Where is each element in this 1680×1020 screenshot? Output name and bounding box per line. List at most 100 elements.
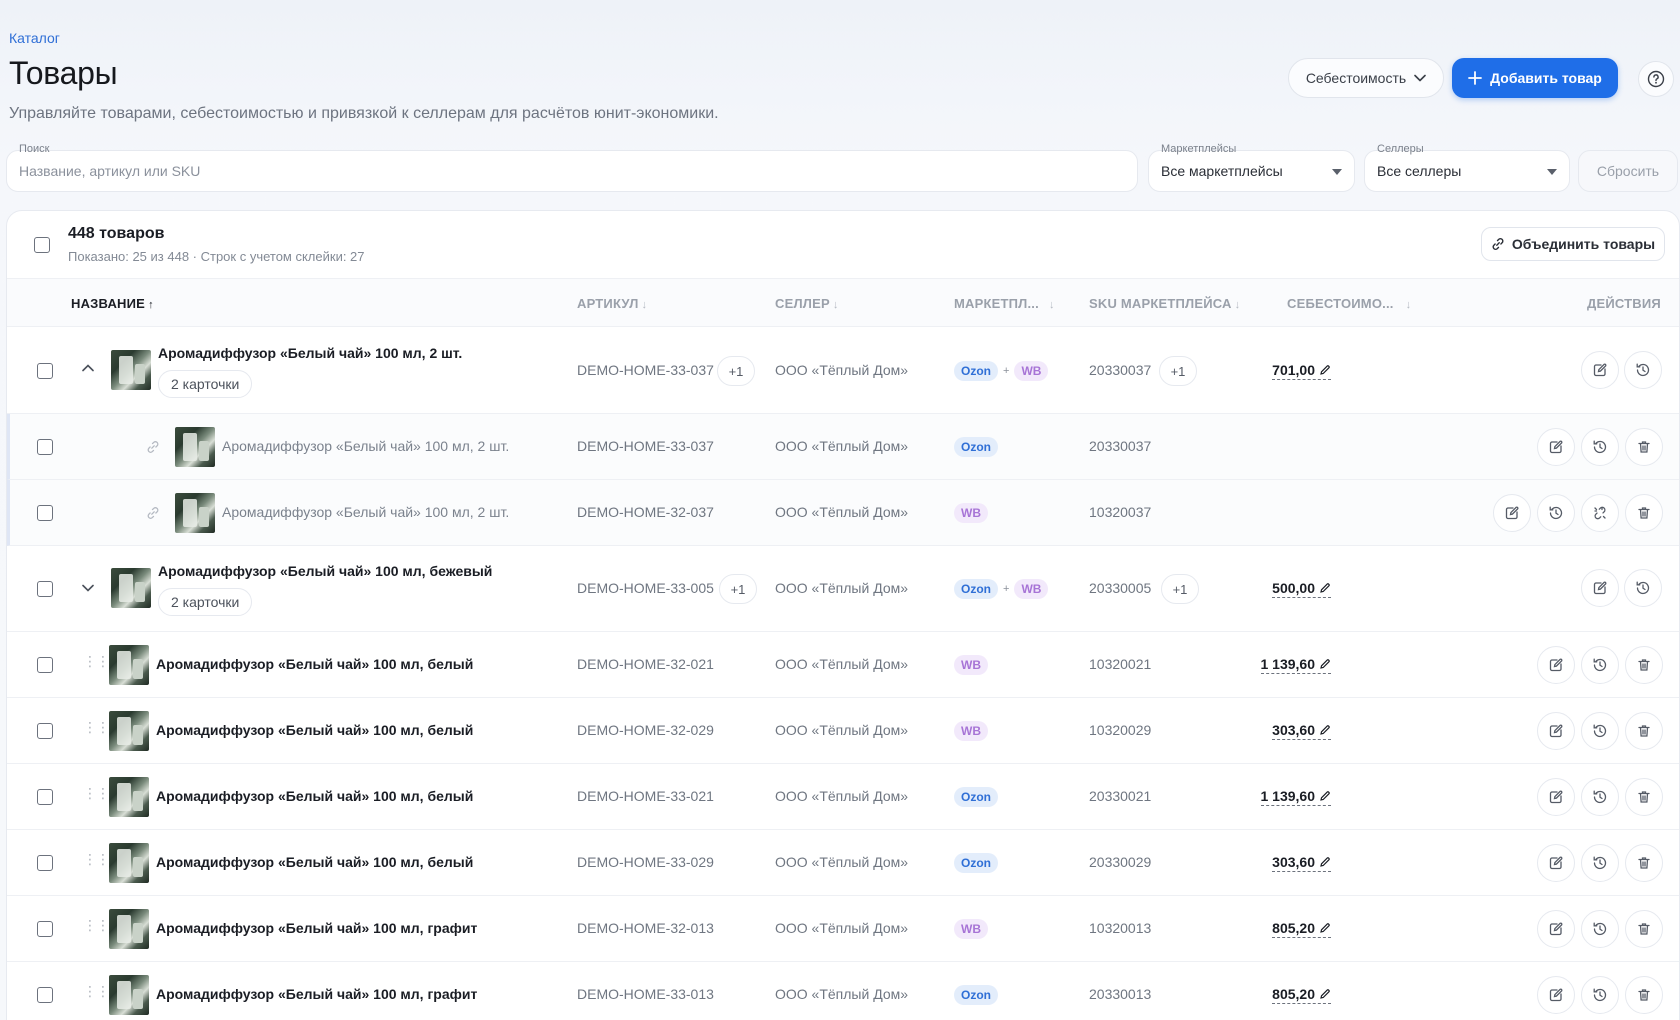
drag-handle-icon[interactable]: ⋮⋮	[83, 984, 110, 998]
edit-button[interactable]	[1537, 844, 1575, 882]
history-button[interactable]	[1581, 646, 1619, 684]
row-checkbox[interactable]	[37, 439, 53, 455]
product-name[interactable]: Аромадиффузор «Белый чай» 100 мл, 2 шт.	[222, 504, 509, 520]
drag-handle-icon[interactable]: ⋮⋮	[83, 918, 110, 932]
column-name-header[interactable]: НАЗВАНИЕ ↑	[71, 296, 154, 311]
delete-button[interactable]	[1625, 712, 1663, 750]
cards-count-chip[interactable]: 2 карточки	[158, 370, 253, 398]
article-more-chip[interactable]: +1	[719, 574, 757, 604]
column-marketplace-header[interactable]: МАРКЕТПЛ... ↓	[954, 296, 1055, 311]
column-sku-header[interactable]: SKU МАРКЕТПЛЕЙСА ↓	[1089, 296, 1240, 311]
history-button[interactable]	[1581, 428, 1619, 466]
table-row[interactable]: ⋮⋮ Аромадиффузор «Белый чай» 100 мл, бел…	[7, 632, 1679, 698]
table-row[interactable]: Аромадиффузор «Белый чай» 100 мл, 2 шт. …	[7, 328, 1679, 414]
history-button[interactable]	[1581, 778, 1619, 816]
edit-button[interactable]	[1537, 778, 1575, 816]
edit-button[interactable]	[1537, 910, 1575, 948]
merge-products-button[interactable]: Объединить товары	[1481, 227, 1665, 261]
delete-button[interactable]	[1625, 646, 1663, 684]
select-all-checkbox[interactable]	[34, 237, 50, 253]
unlink-button[interactable]	[1581, 494, 1619, 532]
table-row[interactable]: Аромадиффузор «Белый чай» 100 мл, бежевы…	[7, 546, 1679, 632]
cost-value[interactable]: 303,60	[1272, 854, 1331, 872]
table-row[interactable]: ⋮⋮ Аромадиффузор «Белый чай» 100 мл, гра…	[7, 896, 1679, 962]
table-row-child[interactable]: Аромадиффузор «Белый чай» 100 мл, 2 шт. …	[7, 480, 1679, 546]
cost-value[interactable]: 805,20	[1272, 986, 1331, 1004]
row-checkbox[interactable]	[37, 723, 53, 739]
edit-button[interactable]	[1581, 351, 1619, 389]
product-name[interactable]: Аромадиффузор «Белый чай» 100 мл, графит	[156, 986, 477, 1002]
delete-button[interactable]	[1625, 844, 1663, 882]
seller-cell: ООО «Тёплый Дом»	[775, 656, 909, 672]
history-button[interactable]	[1581, 976, 1619, 1014]
column-cost-header[interactable]: СЕБЕСТОИМО... ↓	[1287, 296, 1411, 311]
cost-dropdown[interactable]: Себестоимость	[1288, 58, 1444, 98]
sellers-select[interactable]: Селлеры Все селлеры	[1364, 143, 1570, 192]
cards-count-chip[interactable]: 2 карточки	[158, 588, 253, 616]
search-input[interactable]: Название, артикул или SKU	[19, 163, 200, 179]
product-name[interactable]: Аромадиффузор «Белый чай» 100 мл, белый	[156, 854, 473, 870]
edit-button[interactable]	[1537, 646, 1575, 684]
cost-value[interactable]: 701,00	[1272, 362, 1331, 380]
history-button[interactable]	[1581, 712, 1619, 750]
product-name[interactable]: Аромадиффузор «Белый чай» 100 мл, 2 шт.	[222, 438, 509, 454]
table-row[interactable]: ⋮⋮ Аромадиффузор «Белый чай» 100 мл, бел…	[7, 698, 1679, 764]
row-checkbox[interactable]	[37, 855, 53, 871]
row-checkbox[interactable]	[37, 505, 53, 521]
row-checkbox[interactable]	[37, 363, 53, 379]
row-checkbox[interactable]	[37, 921, 53, 937]
table-row-child[interactable]: Аромадиффузор «Белый чай» 100 мл, 2 шт. …	[7, 414, 1679, 480]
cost-value[interactable]: 805,20	[1272, 920, 1331, 938]
product-name[interactable]: Аромадиффузор «Белый чай» 100 мл, белый	[156, 788, 473, 804]
chevron-up-icon[interactable]	[82, 364, 94, 372]
product-name[interactable]: Аромадиффузор «Белый чай» 100 мл, белый	[156, 722, 473, 738]
edit-button[interactable]	[1537, 976, 1575, 1014]
product-name[interactable]: Аромадиффузор «Белый чай» 100 мл, бежевы…	[158, 563, 492, 579]
marketplaces-select[interactable]: Маркетплейсы Все маркетплейсы	[1148, 143, 1355, 192]
row-checkbox[interactable]	[37, 789, 53, 805]
reset-button[interactable]: Сбросить	[1578, 150, 1678, 192]
delete-button[interactable]	[1625, 428, 1663, 466]
drag-handle-icon[interactable]: ⋮⋮	[83, 786, 110, 800]
history-button[interactable]	[1537, 494, 1575, 532]
history-button[interactable]	[1581, 844, 1619, 882]
product-name[interactable]: Аромадиффузор «Белый чай» 100 мл, графит	[156, 920, 477, 936]
history-button[interactable]	[1624, 351, 1662, 389]
row-checkbox[interactable]	[37, 987, 53, 1003]
product-name[interactable]: Аромадиффузор «Белый чай» 100 мл, 2 шт.	[158, 345, 462, 361]
table-row[interactable]: ⋮⋮ Аромадиффузор «Белый чай» 100 мл, гра…	[7, 962, 1679, 1020]
cost-value[interactable]: 1 139,60	[1260, 788, 1331, 806]
sku-more-chip[interactable]: +1	[1161, 574, 1199, 604]
cost-value[interactable]: 500,00	[1272, 580, 1331, 598]
product-thumbnail	[109, 645, 149, 685]
column-seller-header[interactable]: СЕЛЛЕР ↓	[775, 296, 839, 311]
row-checkbox[interactable]	[37, 657, 53, 673]
help-button[interactable]	[1638, 61, 1674, 97]
sku-more-chip[interactable]: +1	[1159, 356, 1197, 386]
table-row[interactable]: ⋮⋮ Аромадиффузор «Белый чай» 100 мл, бел…	[7, 830, 1679, 896]
article-more-chip[interactable]: +1	[717, 356, 755, 386]
drag-handle-icon[interactable]: ⋮⋮	[83, 654, 110, 668]
cost-value[interactable]: 1 139,60	[1260, 656, 1331, 674]
edit-button[interactable]	[1537, 428, 1575, 466]
delete-button[interactable]	[1625, 778, 1663, 816]
table-row[interactable]: ⋮⋮ Аромадиффузор «Белый чай» 100 мл, бел…	[7, 764, 1679, 830]
drag-handle-icon[interactable]: ⋮⋮	[83, 720, 110, 734]
add-product-button[interactable]: Добавить товар	[1452, 58, 1618, 98]
history-button[interactable]	[1624, 569, 1662, 607]
delete-button[interactable]	[1625, 976, 1663, 1014]
breadcrumb[interactable]: Каталог	[9, 30, 60, 46]
row-checkbox[interactable]	[37, 581, 53, 597]
edit-button[interactable]	[1581, 569, 1619, 607]
edit-button[interactable]	[1537, 712, 1575, 750]
drag-handle-icon[interactable]: ⋮⋮	[83, 852, 110, 866]
edit-button[interactable]	[1493, 494, 1531, 532]
chevron-down-icon[interactable]	[82, 584, 94, 592]
column-article-header[interactable]: АРТИКУЛ ↓	[577, 296, 647, 311]
cost-value[interactable]: 303,60	[1272, 722, 1331, 740]
search-field[interactable]: Поиск Название, артикул или SKU	[6, 143, 1138, 192]
history-button[interactable]	[1581, 910, 1619, 948]
delete-button[interactable]	[1625, 910, 1663, 948]
delete-button[interactable]	[1625, 494, 1663, 532]
product-name[interactable]: Аромадиффузор «Белый чай» 100 мл, белый	[156, 656, 473, 672]
